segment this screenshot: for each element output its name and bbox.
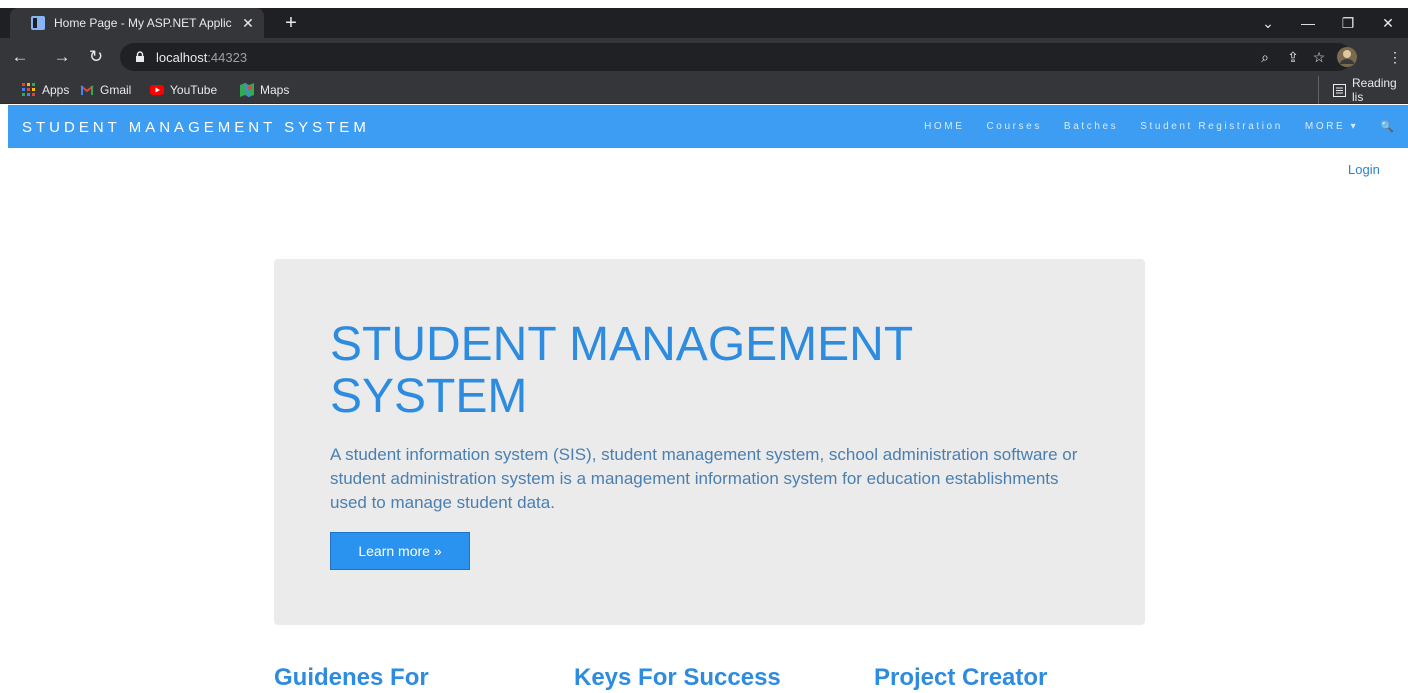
address-host: localhost xyxy=(156,49,208,65)
reading-list[interactable]: Reading lis xyxy=(1318,76,1408,104)
nav-home[interactable]: HOME xyxy=(924,121,964,132)
nav-batches[interactable]: Batches xyxy=(1064,121,1118,132)
bookmark-maps[interactable]: Maps xyxy=(240,76,289,104)
jumbotron-title: STUDENT MANAGEMENT SYSTEM xyxy=(330,318,913,423)
address-port: :44323 xyxy=(207,49,248,65)
window-top-strip xyxy=(0,0,1408,8)
tab-search-chevron-icon[interactable]: ⌄ xyxy=(1248,8,1288,38)
column-heading-project-creator: Project Creator xyxy=(874,664,1048,691)
jumbotron-description: A student information system (SIS), stud… xyxy=(330,445,1078,512)
browser-menu-icon[interactable]: ⋮ xyxy=(1386,48,1404,66)
tab-close-icon[interactable]: ✕ xyxy=(240,15,256,32)
bookmark-star-icon[interactable]: ☆ xyxy=(1310,48,1328,66)
lock-icon xyxy=(134,51,146,63)
nav-student-registration[interactable]: Student Registration xyxy=(1140,121,1283,132)
page-favicon-icon xyxy=(30,15,46,31)
bookmark-apps[interactable]: Apps xyxy=(22,76,69,104)
bookmark-label: YouTube xyxy=(170,83,218,97)
reload-icon[interactable]: ↻ xyxy=(86,47,106,67)
site-navbar: STUDENT MANAGEMENT SYSTEM HOME Courses B… xyxy=(8,105,1408,148)
tab-title: Home Page - My ASP.NET Applic xyxy=(54,16,232,30)
jumbotron: STUDENT MANAGEMENT SYSTEM A student info… xyxy=(274,259,1145,625)
bookmark-gmail[interactable]: Gmail xyxy=(80,76,131,104)
nav-links: HOME Courses Batches Student Registratio… xyxy=(902,105,1394,148)
site-brand[interactable]: STUDENT MANAGEMENT SYSTEM xyxy=(22,119,370,136)
back-arrow-icon[interactable]: ← xyxy=(10,47,30,67)
browser-toolbar: ← → ↻ localhost :44323 ⌕ ⇪ ☆ ⋮ xyxy=(0,38,1408,76)
minimize-icon[interactable]: — xyxy=(1288,8,1328,38)
new-tab-button[interactable]: + xyxy=(278,10,304,36)
bookmark-youtube[interactable]: YouTube xyxy=(150,76,217,104)
reading-list-label: Reading lis xyxy=(1352,76,1397,104)
restore-icon[interactable]: ❐ xyxy=(1328,8,1368,38)
maps-icon xyxy=(240,83,254,97)
nav-search-icon[interactable]: 🔍 xyxy=(1380,120,1394,133)
browser-tab-bar: Home Page - My ASP.NET Applic ✕ + ⌄ — ❐ … xyxy=(0,8,1408,38)
close-window-icon[interactable]: ✕ xyxy=(1368,8,1408,38)
bookmarks-bar: Apps Gmail YouTube Maps Reading lis xyxy=(0,76,1408,104)
reading-list-icon xyxy=(1333,83,1346,97)
column-heading-keys: Keys For Success xyxy=(574,664,781,691)
bookmark-label: Gmail xyxy=(100,83,132,97)
youtube-icon xyxy=(150,83,164,97)
bookmark-label: Maps xyxy=(260,83,290,97)
login-link[interactable]: Login xyxy=(1348,162,1380,177)
gmail-icon xyxy=(80,83,94,97)
share-icon[interactable]: ⇪ xyxy=(1284,48,1302,66)
browser-tab-home[interactable]: Home Page - My ASP.NET Applic ✕ xyxy=(10,8,264,38)
address-bar[interactable]: localhost :44323 xyxy=(120,43,1352,71)
apps-grid-icon xyxy=(22,83,36,97)
nav-more-dropdown[interactable]: MORE ▾ xyxy=(1305,121,1358,132)
nav-courses[interactable]: Courses xyxy=(986,121,1041,132)
learn-more-button[interactable]: Learn more » xyxy=(330,532,470,570)
column-heading-guidenes: Guidenes For xyxy=(274,664,429,691)
bookmark-label: Apps xyxy=(42,83,70,97)
profile-avatar-icon[interactable] xyxy=(1336,46,1358,68)
forward-arrow-icon[interactable]: → xyxy=(52,47,72,67)
zoom-icon[interactable]: ⌕ xyxy=(1256,48,1274,66)
